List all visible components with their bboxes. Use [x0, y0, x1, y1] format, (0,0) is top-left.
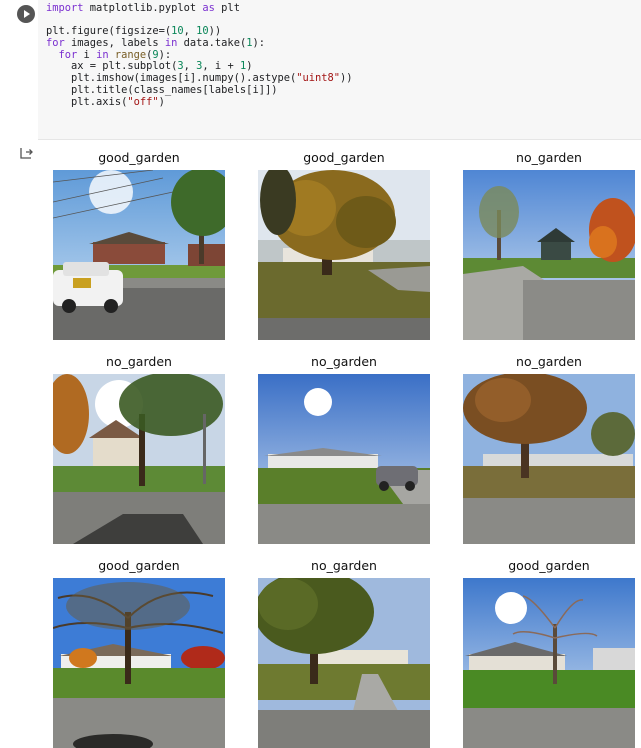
code-token: , i +: [202, 60, 240, 73]
subplot-title: no_garden: [311, 558, 377, 573]
code-token: 10: [171, 25, 184, 38]
subplot-title: good_garden: [303, 150, 385, 165]
street-photo: [463, 578, 635, 748]
code-token: )): [340, 72, 353, 85]
code-token: import: [46, 2, 84, 14]
subplot-title: good_garden: [508, 558, 590, 573]
code-token: ,: [183, 60, 197, 73]
code-token: ): [158, 95, 165, 108]
code-token: in: [96, 48, 109, 61]
code-token: plt: [214, 2, 240, 14]
code-token: ax = plt.subplot(: [46, 60, 178, 73]
code-text: import matplotlib.pyplot as plt plt.figur…: [38, 0, 641, 108]
code-token: for: [58, 48, 78, 61]
code-token: ,: [183, 25, 197, 38]
code-token: range: [114, 48, 147, 61]
code-token: ): [246, 60, 253, 73]
code-token: as: [202, 2, 215, 14]
code-cell: import matplotlib.pyplot as plt plt.figur…: [0, 0, 641, 140]
code-line: import matplotlib.pyplot as plt: [46, 2, 641, 15]
code-token: ):: [252, 37, 265, 50]
run-cell-button[interactable]: [17, 5, 35, 23]
code-token: plt.imshow(images[i].numpy().astype(: [46, 72, 297, 85]
code-token: i: [77, 48, 97, 61]
code-token: ):: [158, 48, 172, 61]
code-token: 10: [196, 25, 209, 38]
code-token: for: [46, 37, 65, 50]
subplot-title: no_garden: [516, 150, 582, 165]
code-token: )): [208, 25, 222, 38]
code-token: "uint8": [296, 72, 341, 85]
code-token: matplotlib.pyplot: [83, 2, 203, 14]
code-token: in: [164, 37, 178, 50]
play-icon: [24, 10, 30, 18]
code-token: plt.axis(: [46, 95, 128, 108]
street-photo: [463, 170, 635, 340]
street-photo: [258, 170, 430, 340]
street-photo: [463, 374, 635, 544]
code-token: plt.title(class_names[labels[i]]): [46, 83, 278, 96]
subplot-title: no_garden: [106, 354, 172, 369]
street-photo: [53, 578, 225, 748]
code-token: plt.figure(figsize=(: [46, 25, 172, 38]
code-token: "off": [127, 95, 159, 108]
code-line: plt.axis("off"): [46, 95, 641, 109]
subplot-title: good_garden: [98, 150, 180, 165]
street-photo: [53, 170, 225, 340]
subplot-title: good_garden: [98, 558, 180, 573]
street-photo: [258, 578, 430, 748]
code-editor[interactable]: import matplotlib.pyplot as plt plt.figur…: [38, 0, 641, 140]
code-token: data.take(: [177, 37, 247, 50]
street-photo: [53, 374, 225, 544]
code-token: images, labels: [64, 37, 165, 50]
subplot-title: no_garden: [311, 354, 377, 369]
subplot-title: no_garden: [516, 354, 582, 369]
street-photo: [258, 374, 430, 544]
cell-output: good_garden good_garden no_garden no_gar…: [40, 140, 641, 748]
